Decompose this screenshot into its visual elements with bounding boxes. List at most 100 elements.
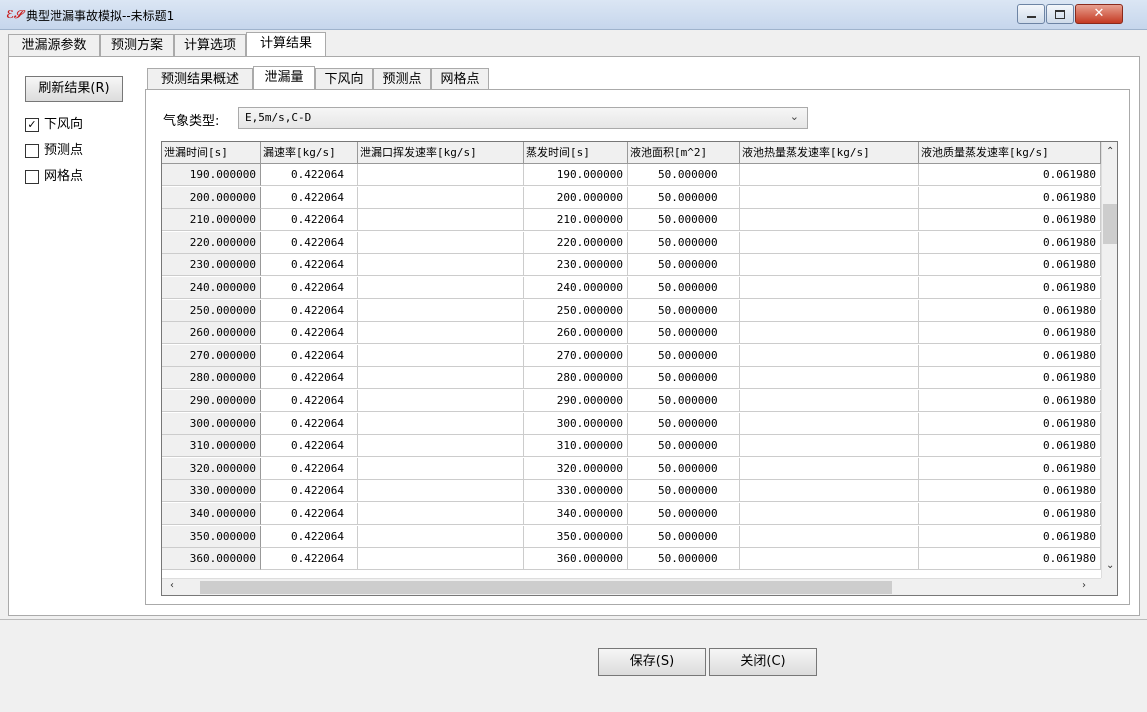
table-row[interactable]: 210.000000 0.422064 210.000000 50.000000 0.0… [162,209,1101,232]
table-row[interactable]: 340.000000 0.422064 340.000000 50.000000 0.0… [162,503,1101,525]
table-cell-leak-time: 330.000000 [162,480,261,503]
tab-result-overview[interactable]: 预测结果概述 [147,68,253,90]
tab-grid-points[interactable]: 网格点 [431,68,489,90]
table-cell-leak-rate: 0.422064 [261,322,358,345]
checkbox-label-grid-points: 网格点 [44,169,84,184]
meteorology-value: E,5m/s,C-D [245,111,312,124]
table-cell-pool-heat-evap-rate [740,322,919,345]
table-cell-leak-time: 250.000000 [162,299,261,322]
table-cell-pool-area: 50.000000 [628,186,740,209]
column-header-evap-time[interactable]: 蒸发时间[s] [524,142,628,164]
table-cell-orifice-evap-rate [358,186,524,209]
horizontal-scroll-thumb[interactable] [200,581,892,594]
table-cell-leak-time: 240.000000 [162,277,261,299]
save-button[interactable]: 保存(S) [598,648,706,676]
vertical-scroll-thumb[interactable] [1103,204,1117,244]
table-row[interactable]: 350.000000 0.422064 350.000000 50.000000 0.0… [162,525,1101,548]
table-row[interactable]: 240.000000 0.422064 240.000000 50.000000 0.0… [162,277,1101,299]
table-cell-pool-heat-evap-rate [740,457,919,480]
table-cell-evap-time: 340.000000 [524,503,628,525]
horizontal-scrollbar[interactable]: ‹ › [162,578,1101,595]
table-row[interactable]: 320.000000 0.422064 320.000000 50.000000 0.0… [162,457,1101,480]
column-header-pool-area[interactable]: 液池面积[m^2] [628,142,740,164]
table-cell-evap-time: 200.000000 [524,186,628,209]
table-row[interactable]: 230.000000 0.422064 230.000000 50.000000 0.0… [162,254,1101,277]
table-row[interactable]: 220.000000 0.422064 220.000000 50.000000 0.0… [162,231,1101,254]
tab-prediction-plan[interactable]: 预测方案 [100,34,174,56]
close-icon: ✕ [1093,6,1105,21]
table-row[interactable]: 250.000000 0.422064 250.000000 50.000000 0.0… [162,299,1101,322]
table-cell-leak-rate: 0.422064 [261,164,358,186]
table-cell-leak-time: 260.000000 [162,322,261,345]
scroll-right-arrow-icon[interactable]: › [1082,580,1086,591]
scroll-up-arrow-icon[interactable]: ⌃ [1106,146,1114,157]
table-row[interactable]: 200.000000 0.422064 200.000000 50.000000 0.0… [162,186,1101,209]
checkbox-unchecked-icon [25,169,39,184]
table-cell-pool-heat-evap-rate [740,186,919,209]
table-cell-leak-time: 210.000000 [162,209,261,232]
table-cell-leak-time: 270.000000 [162,344,261,367]
table-cell-leak-time: 320.000000 [162,457,261,480]
results-table[interactable]: 190.000000 0.422064 190.000000 50.000000 0.0… [161,141,1118,596]
checkbox-grid-points[interactable]: 网格点 [25,168,83,186]
table-cell-pool-mass-evap-rate: 0.061980 [919,299,1101,322]
close-button[interactable]: 关闭(C) [709,648,817,676]
app-logo-icon: ℰ𝒮 [6,8,23,21]
table-cell-evap-time: 220.000000 [524,231,628,254]
table-row[interactable]: 190.000000 0.422064 190.000000 50.000000 0.0… [162,164,1101,186]
column-header-leak-time[interactable]: 泄漏时间[s] [162,142,261,164]
maximize-button[interactable] [1046,4,1074,24]
refresh-results-button[interactable]: 刷新结果(R) [25,76,123,102]
table-cell-orifice-evap-rate [358,367,524,390]
table-cell-orifice-evap-rate [358,322,524,345]
table-row[interactable]: 290.000000 0.422064 290.000000 50.000000 0.0… [162,390,1101,412]
tab-downwind[interactable]: 下风向 [315,68,373,90]
table-cell-pool-heat-evap-rate [740,254,919,277]
column-header-orifice-evap-rate[interactable]: 泄漏口挥发速率[kg/s] [358,142,524,164]
close-window-button[interactable]: ✕ [1075,4,1123,24]
table-row[interactable]: 360.000000 0.422064 360.000000 50.000000 0.0… [162,548,1101,571]
table-row[interactable]: 270.000000 0.422064 270.000000 50.000000 0.0… [162,344,1101,367]
scroll-left-arrow-icon[interactable]: ‹ [170,580,174,591]
checkbox-downwind[interactable]: ✓ 下风向 [25,116,83,134]
table-cell-leak-time: 230.000000 [162,254,261,277]
column-header-pool-mass-evap-rate[interactable]: 液池质量蒸发速率[kg/s] [919,142,1101,164]
table-row[interactable]: 260.000000 0.422064 260.000000 50.000000 0.0… [162,322,1101,345]
table-row[interactable]: 300.000000 0.422064 300.000000 50.000000 0.0… [162,412,1101,435]
column-header-pool-heat-evap-rate[interactable]: 液池热量蒸发速率[kg/s] [740,142,919,164]
table-cell-leak-time: 310.000000 [162,435,261,458]
tab-calc-results[interactable]: 计算结果 [246,32,326,56]
tab-leak-amount[interactable]: 泄漏量 [253,66,315,90]
table-row[interactable]: 330.000000 0.422064 330.000000 50.000000 0.0… [162,480,1101,503]
meteorology-select[interactable]: E,5m/s,C-D ⌄ [238,107,808,129]
window-title: 典型泄漏事故模拟--未标题1 [26,9,175,23]
table-cell-pool-mass-evap-rate: 0.061980 [919,548,1101,571]
table-cell-leak-rate: 0.422064 [261,503,358,525]
tab-prediction-points[interactable]: 预测点 [373,68,431,90]
table-cell-leak-rate: 0.422064 [261,254,358,277]
checkbox-prediction-points[interactable]: 预测点 [25,142,83,160]
table-row[interactable]: 310.000000 0.422064 310.000000 50.000000 0.0… [162,435,1101,458]
table-cell-pool-heat-evap-rate [740,277,919,299]
table-cell-evap-time: 210.000000 [524,209,628,232]
vertical-scrollbar[interactable]: ⌃ ⌄ [1101,142,1117,578]
minimize-button[interactable] [1017,4,1045,24]
table-cell-pool-mass-evap-rate: 0.061980 [919,186,1101,209]
title-bar: ℰ𝒮 典型泄漏事故模拟--未标题1 ✕ [0,0,1147,30]
tab-calc-options[interactable]: 计算选项 [174,34,246,56]
table-cell-pool-mass-evap-rate: 0.061980 [919,525,1101,548]
table-cell-pool-area: 50.000000 [628,209,740,232]
column-header-leak-rate[interactable]: 漏速率[kg/s] [261,142,358,164]
table-cell-orifice-evap-rate [358,277,524,299]
chevron-down-icon: ⌄ [789,110,799,123]
scroll-corner [1101,578,1117,595]
scroll-down-arrow-icon[interactable]: ⌄ [1106,560,1114,571]
table-cell-orifice-evap-rate [358,209,524,232]
meteorology-label: 气象类型: [163,114,220,129]
table-cell-pool-mass-evap-rate: 0.061980 [919,435,1101,458]
table-row[interactable]: 280.000000 0.422064 280.000000 50.000000 0.0… [162,367,1101,390]
table-cell-leak-rate: 0.422064 [261,299,358,322]
tab-leak-source-params[interactable]: 泄漏源参数 [8,34,100,56]
table-cell-leak-rate: 0.422064 [261,367,358,390]
table-cell-evap-time: 280.000000 [524,367,628,390]
